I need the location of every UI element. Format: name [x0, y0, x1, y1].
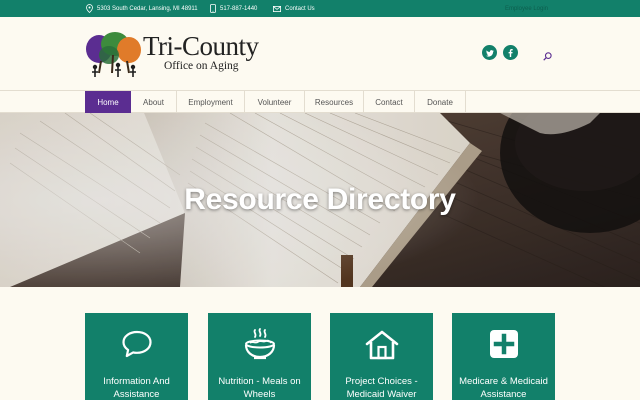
phone-icon	[210, 4, 216, 13]
facebook-button[interactable]	[503, 45, 518, 60]
nav-item-resources[interactable]: Resources	[305, 91, 364, 113]
logo-title: Tri-County	[143, 31, 259, 61]
card-nutrition-meals[interactable]: Nutrition - Meals on Wheels	[208, 313, 311, 400]
nav-item-employment[interactable]: Employment	[177, 91, 245, 113]
card-medicare-medicaid[interactable]: Medicare & Medicaid Assistance	[452, 313, 555, 400]
employee-login-link[interactable]: Employee Login	[505, 0, 548, 17]
envelope-icon	[273, 5, 281, 12]
phone-text: 517-887-1440	[220, 5, 258, 12]
facebook-icon	[508, 44, 513, 62]
nav-item-contact[interactable]: Contact	[364, 91, 415, 113]
search-icon[interactable]	[543, 48, 552, 66]
hot-food-bowl-icon	[208, 327, 311, 361]
contact-us-link[interactable]: Contact Us	[273, 0, 315, 17]
twitter-button[interactable]	[482, 45, 497, 60]
nav-item-volunteer[interactable]: Volunteer	[245, 91, 305, 113]
card-label: Medicare & Medicaid Assistance	[459, 376, 548, 400]
nav-item-home[interactable]: Home	[85, 91, 131, 113]
card-label: Project Choices - Medicaid Waiver	[345, 376, 418, 400]
site-header: Tri-County Office on Aging	[0, 17, 640, 90]
card-project-choices[interactable]: Project Choices - Medicaid Waiver	[330, 313, 433, 400]
medical-cross-icon	[452, 329, 555, 359]
top-contact-bar: 5303 South Cedar, Lansing, MI 48911 517-…	[0, 0, 640, 17]
hero-banner: Resource Directory	[0, 113, 640, 287]
house-icon	[330, 329, 433, 361]
hero-title: Resource Directory	[184, 183, 456, 216]
logo-subtitle: Office on Aging	[164, 60, 239, 72]
card-label: Information And Assistance	[103, 376, 170, 400]
contact-us-text: Contact Us	[285, 5, 315, 12]
nav-item-donate[interactable]: Donate	[415, 91, 466, 113]
card-information-assistance[interactable]: Information And Assistance	[85, 313, 188, 400]
logo[interactable]: Tri-County Office on Aging	[85, 31, 275, 81]
address-item: 5303 South Cedar, Lansing, MI 48911	[86, 0, 198, 17]
phone-item[interactable]: 517-887-1440	[210, 0, 257, 17]
main-nav: Home About Employment Volunteer Resource…	[0, 90, 640, 113]
nav-item-about[interactable]: About	[131, 91, 177, 113]
card-label: Nutrition - Meals on Wheels	[218, 376, 301, 400]
address-text: 5303 South Cedar, Lansing, MI 48911	[97, 5, 198, 12]
twitter-icon	[485, 44, 494, 62]
location-pin-icon	[86, 4, 93, 13]
speech-bubble-icon	[85, 329, 188, 359]
tree-logo-icon	[86, 32, 141, 77]
